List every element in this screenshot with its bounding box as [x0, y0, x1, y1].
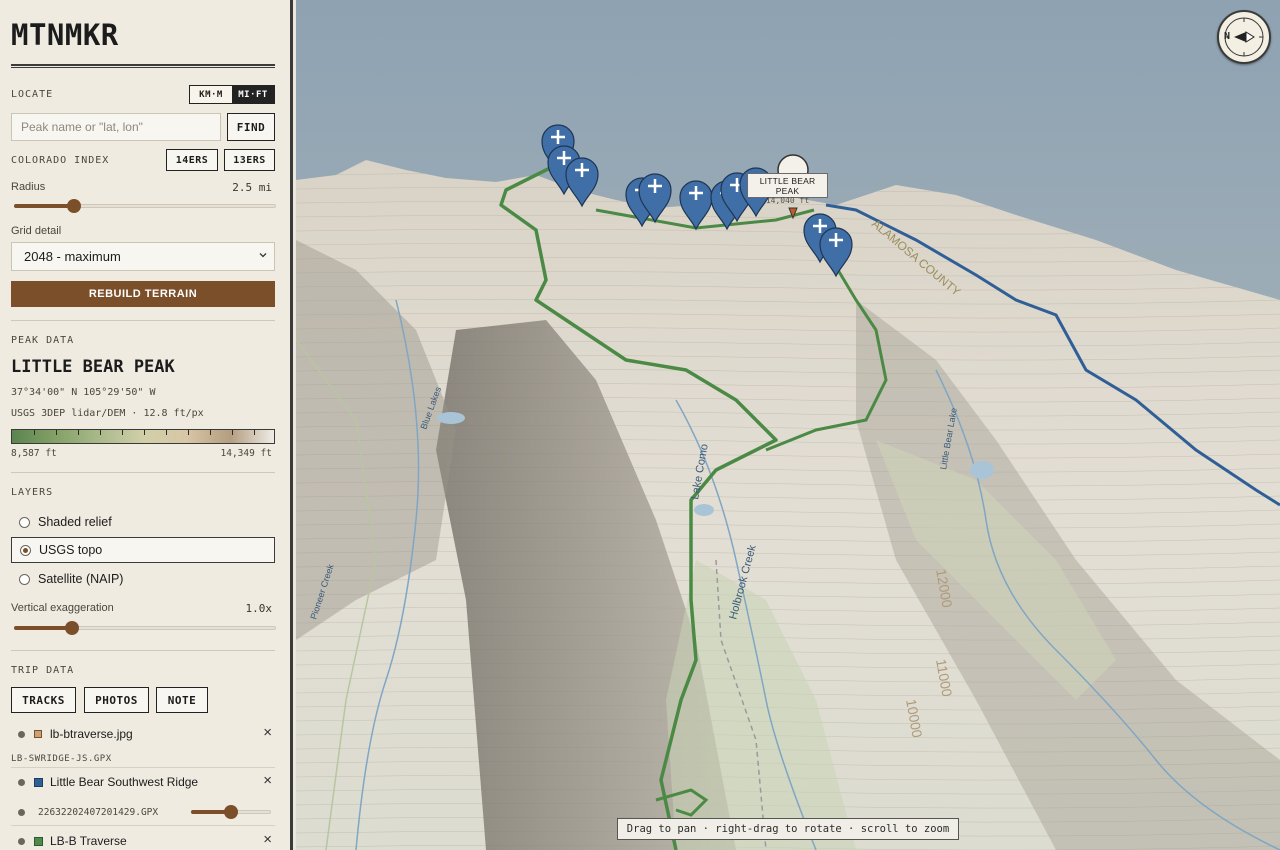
unit-km-button[interactable]: KM·M: [190, 86, 232, 103]
track-color-swatch[interactable]: [34, 836, 43, 846]
scale-tick: [232, 430, 233, 435]
scale-tick: [254, 430, 255, 435]
elev-min: 8,587 ft: [11, 448, 57, 459]
visibility-dot-icon[interactable]: [18, 808, 25, 816]
find-button[interactable]: FIND: [227, 113, 275, 141]
radius-value: 2.5 mi: [232, 181, 272, 194]
app-title: MTNMKR: [11, 18, 119, 52]
radio-icon: [19, 573, 30, 585]
navigation-hint: Drag to pan · right-drag to rotate · scr…: [617, 818, 959, 840]
scale-tick: [188, 430, 189, 435]
radius-label: Radius: [11, 181, 46, 193]
track-name: Little Bear Southwest Ridge: [50, 775, 199, 789]
scale-tick: [144, 430, 145, 435]
scale-tick: [100, 430, 101, 435]
track-name: LB-B Traverse: [50, 834, 127, 848]
compass-north-label: N: [1224, 31, 1231, 42]
layer-usgs-topo[interactable]: USGS topo: [11, 537, 275, 563]
photo-icon: [34, 730, 42, 738]
exaggeration-slider[interactable]: [14, 621, 276, 635]
tab-tracks[interactable]: TRACKS: [11, 687, 76, 713]
scale-tick: [34, 430, 35, 435]
chevron-down-icon: [259, 253, 267, 258]
peak-coords: 37°34'00" N 105°29'50" W: [11, 387, 156, 398]
remove-icon[interactable]: ×: [263, 724, 272, 741]
14ers-button[interactable]: 14ERS: [166, 149, 218, 171]
terrain-map-canvas[interactable]: Lake Como Holbrook Creek Little Bear Lak…: [296, 0, 1280, 850]
divider: [11, 472, 275, 473]
radius-slider-fill: [14, 204, 75, 208]
divider: [11, 650, 275, 651]
exaggeration-label: Vertical exaggeration: [11, 602, 114, 614]
divider: [11, 320, 275, 321]
layers-label: LAYERS: [11, 487, 54, 498]
radio-selected-icon: [20, 544, 31, 556]
divider: [11, 767, 275, 768]
track-color-swatch[interactable]: [34, 777, 43, 787]
tab-photos[interactable]: PHOTOS: [84, 687, 149, 713]
lake-como: [694, 504, 714, 516]
scale-tick: [122, 430, 123, 435]
radius-slider-knob[interactable]: [67, 199, 82, 213]
photo-file-row[interactable]: lb-btraverse.jpg ×: [11, 724, 275, 744]
visibility-dot-icon[interactable]: [18, 837, 25, 845]
radio-icon: [19, 516, 30, 528]
title-rule: [11, 64, 275, 68]
radius-slider[interactable]: [14, 199, 276, 213]
visibility-dot-icon[interactable]: [18, 730, 25, 738]
track-opacity-knob[interactable]: [224, 805, 238, 819]
lake: [437, 412, 465, 424]
track-row[interactable]: LB-B Traverse ×: [11, 831, 275, 850]
elevation-color-scale: [11, 429, 275, 444]
locate-label: LOCATE: [11, 89, 54, 100]
search-input[interactable]: Peak name or "lat, lon": [11, 113, 221, 141]
layer-option-label: Satellite (NAIP): [38, 572, 124, 586]
track-opacity-slider[interactable]: [191, 805, 271, 819]
remove-icon[interactable]: ×: [263, 772, 272, 789]
exaggeration-slider-fill: [14, 626, 72, 630]
terrain-view: Lake Como Holbrook Creek Little Bear Lak…: [296, 0, 1280, 850]
exaggeration-slider-knob[interactable]: [64, 621, 79, 635]
index-label: COLORADO INDEX: [11, 155, 110, 166]
grid-detail-value: 2048 - maximum: [24, 249, 121, 264]
exaggeration-value: 1.0x: [245, 602, 273, 615]
track-row[interactable]: Little Bear Southwest Ridge ×: [11, 772, 275, 792]
scale-tick: [56, 430, 57, 435]
layer-shaded-relief[interactable]: Shaded relief: [11, 509, 275, 535]
data-source: USGS 3DEP lidar/DEM · 12.8 ft/px: [11, 408, 204, 419]
divider: [11, 825, 275, 826]
peak-data-label: PEAK DATA: [11, 335, 75, 346]
elev-max: 14,349 ft: [220, 448, 272, 459]
scale-tick: [78, 430, 79, 435]
scale-tick: [210, 430, 211, 435]
subfile-name: 22632202407201429.GPX: [38, 806, 159, 818]
layer-satellite[interactable]: Satellite (NAIP): [11, 566, 275, 592]
gpx-group-label: LB-SWRIDGE-JS.GPX: [11, 754, 112, 764]
peak-tooltip: LITTLE BEAR PEAK 14,040 ft: [747, 173, 828, 205]
photo-file-name: lb-btraverse.jpg: [50, 727, 133, 741]
lake: [970, 461, 994, 479]
layer-option-label: USGS topo: [39, 543, 103, 557]
grid-detail-select[interactable]: 2048 - maximum: [11, 242, 275, 271]
remove-icon[interactable]: ×: [263, 831, 272, 848]
rebuild-terrain-button[interactable]: REBUILD TERRAIN: [11, 281, 275, 307]
grid-detail-label: Grid detail: [11, 225, 62, 237]
compass-button[interactable]: N: [1217, 10, 1271, 64]
sidebar: MTNMKR LOCATE KM·M MI·FT Peak name or "l…: [0, 0, 293, 850]
layer-option-label: Shaded relief: [38, 515, 112, 529]
unit-toggle: KM·M MI·FT: [189, 85, 275, 104]
tooltip-title: LITTLE BEAR PEAK: [759, 176, 816, 196]
unit-mi-button[interactable]: MI·FT: [232, 86, 274, 103]
tab-note[interactable]: NOTE: [156, 687, 208, 713]
tooltip-elevation: 14,040 ft: [765, 196, 810, 205]
peak-name: LITTLE BEAR PEAK: [11, 357, 175, 377]
scale-tick: [166, 430, 167, 435]
visibility-dot-icon[interactable]: [18, 778, 25, 786]
trip-data-label: TRIP DATA: [11, 665, 75, 676]
13ers-button[interactable]: 13ERS: [224, 149, 275, 171]
